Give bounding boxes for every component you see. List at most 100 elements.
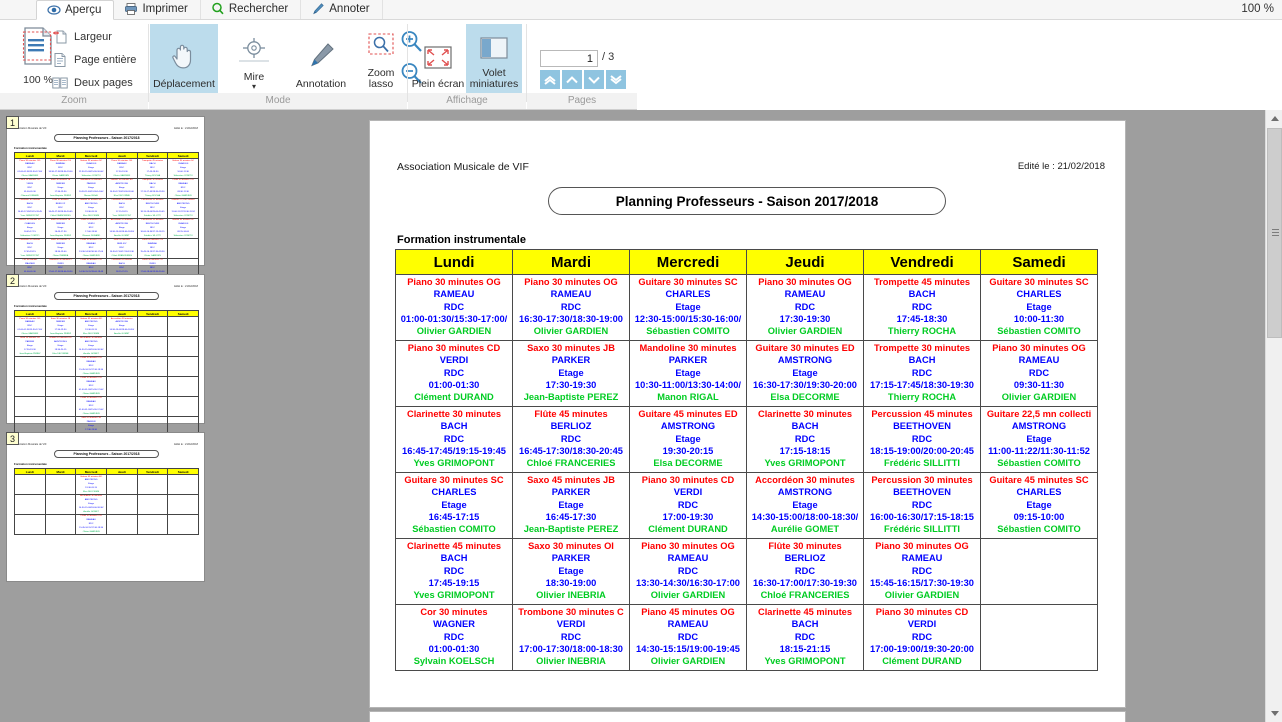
thumbnail-cell-text: Frédéric SILLITTI xyxy=(143,214,161,217)
thumbnail-number: 3 xyxy=(6,432,19,445)
time-slots: 11:00-11:22/11:30-11:52 xyxy=(988,445,1090,456)
thumbnail-cell xyxy=(14,493,46,515)
teacher-name: Yves GRIMOPONT xyxy=(764,458,846,469)
thumbnail-page-3[interactable]: 3 Association Musicale de VIF Edité le : … xyxy=(6,432,205,582)
thumbnail-cell-text: 15:45-16:15/17:30-19:30 xyxy=(79,368,104,371)
thumbnail-section: Formation instrumentale xyxy=(14,304,47,308)
tab-apercu[interactable]: Aperçu xyxy=(36,0,115,20)
mode-button-mire[interactable]: Mire ▾ xyxy=(220,24,288,94)
tab-label: Annoter xyxy=(329,3,370,15)
floor-name: Etage xyxy=(1026,301,1052,312)
thumbnail-page-1[interactable]: 1 Association Musicale de VIF Edité le : … xyxy=(6,116,205,279)
scroll-down-icon[interactable] xyxy=(1266,705,1282,722)
column-header-jeudi: Jeudi xyxy=(746,249,864,275)
scroll-up-icon[interactable] xyxy=(1266,110,1282,127)
course-name: Saxo 45 minutes JB xyxy=(527,475,615,485)
teacher-name: Olivier GARDIEN xyxy=(884,590,960,601)
thumbnail-cell-text: Thierry ROCHA xyxy=(144,174,161,177)
first-page-icon[interactable] xyxy=(540,70,560,89)
thumbnail-cell-text: Aurélie GOMET xyxy=(114,332,130,335)
tab-imprimer[interactable]: Imprimer xyxy=(114,0,201,19)
floor-name: Etage xyxy=(558,499,584,510)
table-header-row: Lundi Mardi Mercredi Jeudi Vendredi Samedi xyxy=(395,249,1098,275)
thumbnail-cell xyxy=(136,316,169,337)
course-name: Piano 30 minutes OG xyxy=(524,277,618,287)
course-name: Saxo 30 minutes OI xyxy=(528,541,614,551)
mode-button-annotation[interactable]: Annotation xyxy=(287,24,355,94)
thumbnail-cell: Accordéon 30 minutes AMSTRONG Etage 14:30-1… xyxy=(75,335,107,357)
view-button-volet-miniatures[interactable]: Volet miniatures xyxy=(466,24,522,94)
time-slots: 13:30-14:30/16:30-17:00 xyxy=(636,577,740,588)
teacher-name: Sébastien COMITO xyxy=(997,326,1081,337)
teacher-name: Clément DURAND xyxy=(414,392,494,403)
zoom-option-page-entiere[interactable]: Page entière xyxy=(52,52,136,68)
course-name: Piano 30 minutes CD xyxy=(875,607,969,617)
document-viewport[interactable]: Association Musicale de VIF Edité le : 2… xyxy=(212,110,1265,722)
schedule-cell: Guitare 30 minutes SC CHARLES Etage 16:45-1… xyxy=(395,472,513,539)
teacher-name: Jean-Baptiste PEREZ xyxy=(523,524,619,535)
course-name: Cor 30 minutes xyxy=(420,607,488,617)
edited-date: Edité le : 21/02/2018 xyxy=(1017,161,1105,172)
thumbnail-cell-text: 01:00-01:30/15:30-17:00/ xyxy=(78,408,104,411)
chevron-down-icon[interactable]: ▾ xyxy=(252,83,256,91)
prev-page-icon[interactable] xyxy=(562,70,582,89)
schedule-cell: Piano 30 minutes OG RAMEAU RDC 15:45-16:15/… xyxy=(863,538,981,605)
mode-button-deplacement[interactable]: Déplacement xyxy=(150,24,218,94)
floor-name: Etage xyxy=(675,433,701,444)
schedule-table: Lundi Mardi Mercredi Jeudi Vendredi Samedi Pi… xyxy=(395,249,1098,671)
course-name: Flûte 30 minutes xyxy=(768,541,842,551)
thumbnail-schedule-table: Lundi Mardi Mercredi Jeudi Vendredi Samedi Pia… xyxy=(14,152,199,279)
course-name: Guitare 45 minutes SC xyxy=(989,475,1089,485)
thumbnail-cell-text: Elsa DECORME xyxy=(52,352,69,355)
thumbnail-cell: Guitare 45 minutes ED AMSTRONG Etage 19:30-… xyxy=(44,335,77,357)
schedule-cell: Clarinette 45 minutes BACH RDC 17:45-19:15 Y… xyxy=(395,538,513,605)
page-number-input[interactable]: 1 xyxy=(540,50,598,67)
thumbnail-cell: Guitare 22,5 mn collecti AMSTRONG Etage 11:… xyxy=(167,197,199,219)
next-page-icon[interactable] xyxy=(584,70,604,89)
view-button-plein-ecran[interactable]: Plein écran xyxy=(410,24,466,94)
thumbnail-cell: Guitare 45 minutes ED AMSTRONG Etage 19:30-… xyxy=(75,197,107,219)
schedule-cell: Trompette 45 minutes BACH RDC 17:45-18:30 Th… xyxy=(863,274,981,341)
course-name: Guitare 30 minutes ED xyxy=(755,343,855,353)
marker-pen-icon xyxy=(306,41,336,74)
thumbnail-cell xyxy=(44,395,77,417)
zoom-option-deux-pages[interactable]: Deux pages xyxy=(52,75,133,91)
course-name: Guitare 30 minutes SC xyxy=(404,475,504,485)
thumbnail-cell-text: Yves GRIMOPONT xyxy=(112,214,132,217)
room-name: BACH xyxy=(791,421,819,432)
floor-name: Etage xyxy=(1026,433,1052,444)
thumbnail-page-2[interactable]: 2 Association Musicale de VIF Edité le : … xyxy=(6,274,205,437)
time-slots: 01:00-01:30 xyxy=(428,379,480,390)
thumbnail-cell: Guitare 30 minutes SC CHARLES Etage 16:45-1… xyxy=(14,217,46,239)
thumbnail-cell-text: 13:30-14:30/16:30-17:00 xyxy=(79,250,104,253)
room-name: BEETHOVEN xyxy=(893,487,951,498)
thumbnail-cell-text: Olivier GARDIEN xyxy=(82,392,100,395)
document-page-2 xyxy=(370,712,1125,722)
tab-rechercher[interactable]: Rechercher xyxy=(201,0,302,19)
column-header-mardi: Mardi xyxy=(512,249,630,275)
course-name: Clarinette 45 minutes xyxy=(406,541,502,551)
thumbnail-pane[interactable]: 1 Association Musicale de VIF Edité le : … xyxy=(0,110,212,722)
last-page-icon[interactable] xyxy=(606,70,626,89)
thumbnail-cell: Clarinette 45 minutes BACH RDC 17:45-19:15 Y… xyxy=(14,237,46,259)
room-name: CHARLES xyxy=(1016,289,1062,300)
thumbnail-cell: Saxo 30 minutes JB PARKER Etage 17:30-19:30… xyxy=(44,316,77,337)
zoom-option-largeur[interactable]: Largeur xyxy=(52,29,112,45)
time-slots: 16:45-17:15 xyxy=(428,511,480,522)
schedule-cell: Piano 30 minutes CD VERDI RDC 17:00-19:30 Cl… xyxy=(629,472,747,539)
tab-annoter[interactable]: Annoter xyxy=(301,0,383,19)
schedule-cell: Saxo 30 minutes JB PARKER Etage 17:30-19:30… xyxy=(512,340,630,407)
time-slots: 09:15-10:00 xyxy=(1013,511,1065,522)
thumbnail-cell-text: 16:30-17:00/17:30-19:30 xyxy=(109,250,134,253)
scrollbar-thumb[interactable] xyxy=(1267,128,1282,338)
thumbnail-cell: Piano 30 minutes OG RAMEAU RDC 09:30-11:30 O… xyxy=(167,177,199,199)
thumbnail-cell xyxy=(44,474,77,495)
thumbnail-cell: Guitare 45 minutes ED AMSTRONG Etage 19:30-… xyxy=(75,316,107,337)
floor-name: Etage xyxy=(1026,499,1052,510)
teacher-name: Olivier GARDIEN xyxy=(650,590,726,601)
course-name: Piano 30 minutes OG xyxy=(641,541,735,551)
table-row: Piano 30 minutes CD VERDI RDC 01:00-01:30 Cl… xyxy=(395,340,1098,407)
thumbnail-cell: Trompette 45 minutes BACH RDC 17:45-18:30 Th… xyxy=(136,158,169,179)
vertical-scrollbar[interactable] xyxy=(1265,110,1282,722)
thumbnail-cell-text: 16:30-17:30/18:30-19:00 xyxy=(48,170,73,173)
